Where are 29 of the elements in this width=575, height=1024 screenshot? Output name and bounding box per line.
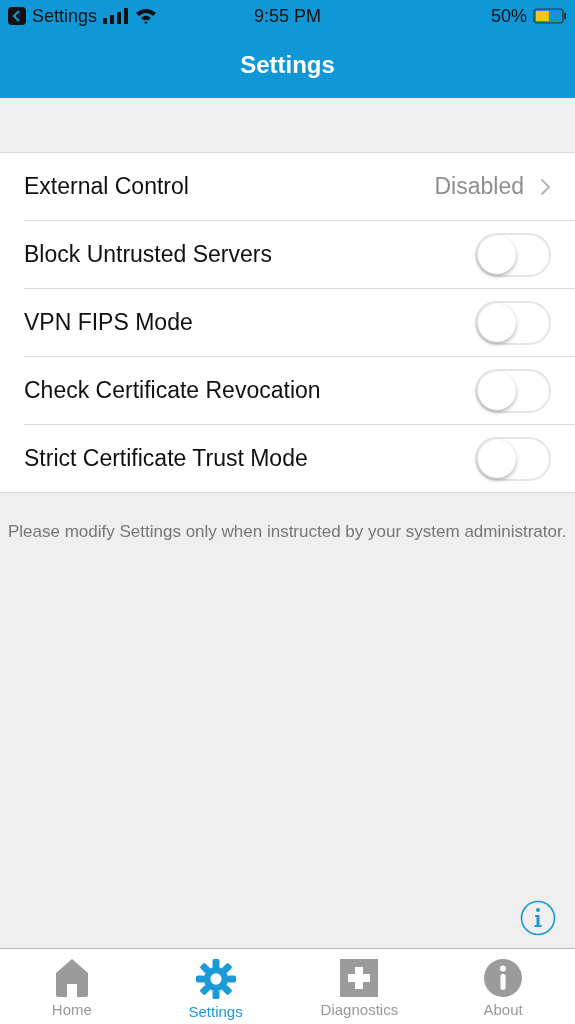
toggle-switch[interactable] [475, 300, 551, 345]
tab-bar-item[interactable]: Diagnostics [287, 949, 432, 1024]
info-icon [484, 959, 523, 997]
info-icon[interactable] [520, 900, 556, 936]
setting-label: External Control [24, 173, 190, 200]
setting-label: Check Certificate Revocation [24, 377, 322, 404]
wifi-icon [135, 8, 158, 24]
tab-bar-item[interactable]: Home [0, 949, 144, 1024]
battery-percent: 50% [491, 5, 527, 27]
setting-label: VPN FIPS Mode [24, 309, 194, 336]
gear-icon [195, 959, 236, 999]
chevron-icon[interactable] [540, 177, 551, 196]
clock-time: 9:55 PM [254, 5, 322, 27]
setting-label: Block Untrusted Servers [24, 241, 273, 268]
toggle-switch[interactable] [475, 436, 551, 481]
plus-square-icon [340, 959, 379, 997]
signal-icon [103, 8, 130, 24]
footnote-text: Please modify Settings only when instructed by your system administrator. [7, 521, 568, 543]
home-icon [55, 959, 88, 997]
screen-title: Settings [240, 51, 335, 79]
back-icon[interactable] [8, 7, 26, 25]
tab-bar-item[interactable]: Settings [143, 949, 288, 1024]
back-label[interactable]: Settings [32, 5, 98, 27]
battery-icon [533, 8, 567, 24]
setting-label: Strict Certificate Trust Mode [24, 445, 309, 472]
tab-bar-item[interactable]: About [431, 949, 575, 1024]
toggle-switch[interactable] [475, 368, 551, 413]
toggle-switch[interactable] [475, 232, 551, 277]
setting-value[interactable]: Disabled [434, 173, 524, 200]
